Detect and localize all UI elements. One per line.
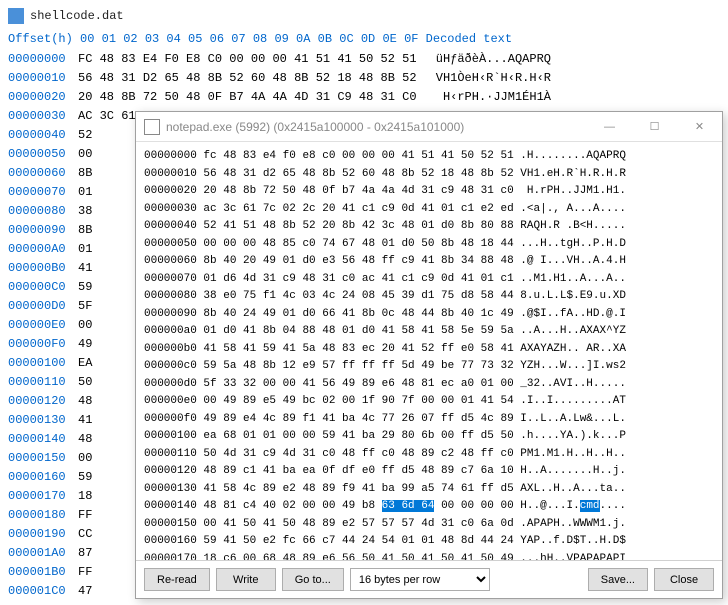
popup-hex-row[interactable]: 00000120 48 89 c1 41 ba ea 0f df e0 ff d… [144, 463, 714, 481]
popup-hex-row[interactable]: 00000110 50 4d 31 c9 4d 31 c0 48 ff c0 4… [144, 446, 714, 464]
popup-hex-row[interactable]: 00000060 8b 40 20 49 01 d0 e3 56 48 ff c… [144, 253, 714, 271]
popup-hex-row[interactable]: 000000e0 00 49 89 e5 49 bc 02 00 1f 90 7… [144, 393, 714, 411]
popup-hex-row[interactable]: 000000c0 59 5a 48 8b 12 e9 57 ff ff ff 5… [144, 358, 714, 376]
save-button[interactable]: Save... [588, 568, 648, 591]
write-button[interactable]: Write [216, 568, 276, 591]
popup-hex-row[interactable]: 00000070 01 d6 4d 31 c9 48 31 c0 ac 41 c… [144, 271, 714, 289]
hex-row: 0000002020 48 8B 72 50 48 0F B7 4A 4A 4D… [8, 88, 720, 107]
popup-hex-row[interactable]: 00000050 00 00 00 48 85 c0 74 67 48 01 d… [144, 236, 714, 254]
close-button[interactable]: ✕ [677, 112, 722, 142]
popup-title: notepad.exe (5992) (0x2415a100000 - 0x24… [166, 120, 587, 134]
memory-viewer-popup: notepad.exe (5992) (0x2415a100000 - 0x24… [135, 111, 723, 599]
bytes-per-row-select[interactable]: 16 bytes per row [350, 568, 490, 591]
popup-hex-row[interactable]: 00000140 48 81 c4 40 02 00 00 49 b8 63 6… [144, 498, 714, 516]
hex-row: 00000000FC 48 83 E4 F0 E8 C0 00 00 00 41… [8, 50, 720, 69]
goto-button[interactable]: Go to... [282, 568, 344, 591]
popup-hex-row[interactable]: 00000090 8b 40 24 49 01 d0 66 41 8b 0c 4… [144, 306, 714, 324]
popup-titlebar[interactable]: notepad.exe (5992) (0x2415a100000 - 0x24… [136, 112, 722, 142]
popup-hex-row[interactable]: 000000a0 01 d0 41 8b 04 88 48 01 d0 41 5… [144, 323, 714, 341]
bg-file-title: shellcode.dat [8, 4, 720, 32]
popup-hex-row[interactable]: 00000170 18 c6 00 68 48 89 e6 56 50 41 5… [144, 551, 714, 561]
window-icon [144, 119, 160, 135]
popup-hex-row[interactable]: 00000030 ac 3c 61 7c 02 2c 20 41 c1 c9 0… [144, 201, 714, 219]
window-controls: — ☐ ✕ [587, 112, 722, 142]
popup-hex-row[interactable]: 00000130 41 58 4c 89 e2 48 89 f9 41 ba 9… [144, 481, 714, 499]
bg-filename: shellcode.dat [30, 9, 124, 23]
hex-column-header: Offset(h) 00 01 02 03 04 05 06 07 08 09 … [8, 32, 720, 50]
close-popup-button[interactable]: Close [654, 568, 714, 591]
popup-hex-row[interactable]: 00000000 fc 48 83 e4 f0 e8 c0 00 00 00 4… [144, 148, 714, 166]
popup-hex-row[interactable]: 00000010 56 48 31 d2 65 48 8b 52 60 48 8… [144, 166, 714, 184]
maximize-button[interactable]: ☐ [632, 112, 677, 142]
minimize-button[interactable]: — [587, 112, 632, 142]
popup-footer: Re-read Write Go to... 16 bytes per row … [136, 560, 722, 598]
popup-hex-row[interactable]: 00000080 38 e0 75 f1 4c 03 4c 24 08 45 3… [144, 288, 714, 306]
reread-button[interactable]: Re-read [144, 568, 210, 591]
hex-row: 0000001056 48 31 D2 65 48 8B 52 60 48 8B… [8, 69, 720, 88]
popup-hex-row[interactable]: 00000040 52 41 51 48 8b 52 20 8b 42 3c 4… [144, 218, 714, 236]
popup-hex-row[interactable]: 00000100 ea 68 01 01 00 00 59 41 ba 29 8… [144, 428, 714, 446]
popup-hex-row[interactable]: 00000150 00 41 50 41 50 48 89 e2 57 57 5… [144, 516, 714, 534]
popup-hex-body[interactable]: 00000000 fc 48 83 e4 f0 e8 c0 00 00 00 4… [136, 142, 722, 560]
popup-hex-row[interactable]: 000000d0 5f 33 32 00 00 41 56 49 89 e6 4… [144, 376, 714, 394]
popup-hex-row[interactable]: 00000020 20 48 8b 72 50 48 0f b7 4a 4a 4… [144, 183, 714, 201]
file-icon [8, 8, 24, 24]
popup-hex-row[interactable]: 00000160 59 41 50 e2 fc 66 c7 44 24 54 0… [144, 533, 714, 551]
popup-hex-row[interactable]: 000000f0 49 89 e4 4c 89 f1 41 ba 4c 77 2… [144, 411, 714, 429]
popup-hex-row[interactable]: 000000b0 41 58 41 59 41 5a 48 83 ec 20 4… [144, 341, 714, 359]
